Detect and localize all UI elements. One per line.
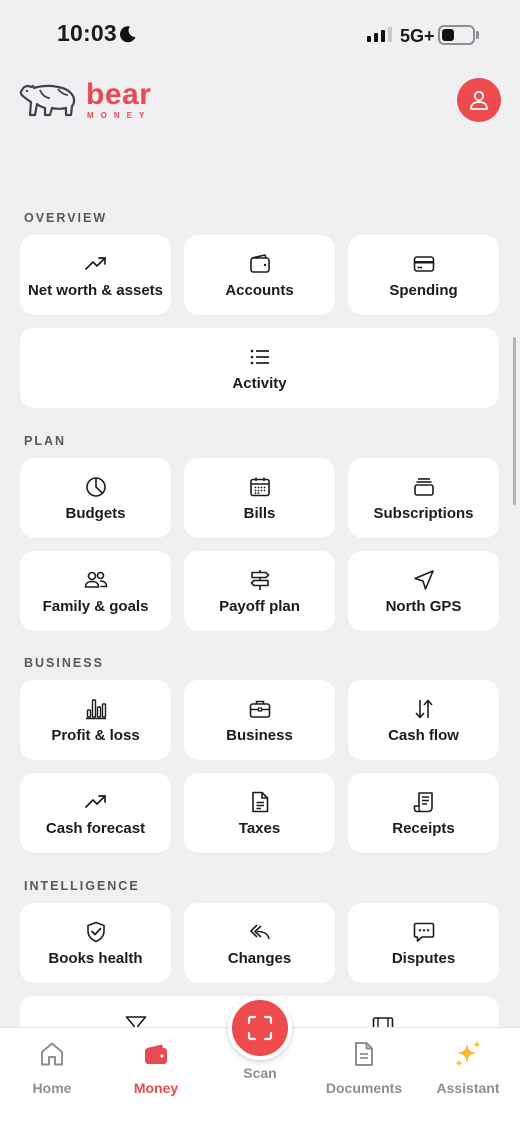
signpost-icon [250,569,269,590]
status-time: 10:03 [57,20,117,46]
card-receipts[interactable]: Receipts [348,773,499,853]
calendar-icon [249,477,270,496]
card-subscriptions[interactable]: Subscriptions [348,458,499,538]
nav-assistant[interactable]: Assistant [416,1038,520,1096]
document-icon [251,791,268,812]
card-label: Subscriptions [373,504,474,522]
card-label: Cash forecast [45,819,146,837]
profile-button[interactable] [457,78,501,122]
navigation-icon [413,569,434,590]
card-disputes[interactable]: Disputes [348,903,499,983]
nav-label: Money [133,1080,179,1096]
section-title-intelligence: INTELLIGENCE [24,879,140,893]
card-net-worth-assets[interactable]: Net worth & assets [20,235,171,315]
card-accounts[interactable]: Accounts [184,235,335,315]
card-label: Payoff plan [219,597,300,615]
card-business[interactable]: Business [184,680,335,760]
trend-up-icon [84,794,106,808]
card-taxes[interactable]: Taxes [184,773,335,853]
card-changes[interactable]: Changes [184,903,335,983]
section-title-business: BUSINESS [24,656,104,670]
card-label: Taxes [238,819,281,837]
card-label: Receipts [392,819,455,837]
sparkles-icon [455,1040,481,1067]
brand-logo: bear MONEY [18,78,168,122]
card-spending[interactable]: Spending [348,235,499,315]
card-activity[interactable]: Activity [20,328,499,408]
card-payoff-plan[interactable]: Payoff plan [184,551,335,631]
card-label: Activity [232,374,287,392]
card-label: Bills [243,504,276,522]
nav-label: Documents [325,1080,403,1096]
person-icon [470,90,488,110]
card-north-gps[interactable]: North GPS [348,551,499,631]
card-bills[interactable]: Bills [184,458,335,538]
network-type: 5G+ [400,26,435,46]
nav-home[interactable]: Home [0,1038,104,1096]
shield-check-icon [86,921,105,942]
nav-label: Home [32,1080,72,1096]
card-label: Changes [227,949,292,967]
trend-up-icon [84,256,106,270]
card-label: Budgets [65,504,126,522]
brand-name: bear [86,78,152,111]
bear-icon [19,84,76,117]
credit-card-icon [413,255,434,272]
card-profit-loss[interactable]: Profit & loss [20,680,171,760]
nav-documents[interactable]: Documents [312,1038,416,1096]
scan-button[interactable] [228,996,292,1060]
card-family-goals[interactable]: Family & goals [20,551,171,631]
wallet-icon [249,253,270,273]
card-label: Business [226,726,293,744]
receipt-icon [413,791,433,812]
card-label: Net worth & assets [27,281,164,299]
scan-icon [247,1015,273,1041]
document-icon [355,1042,373,1066]
card-label: Family & goals [42,597,149,615]
section-title-overview: OVERVIEW [24,211,108,225]
arrows-up-down-icon [414,699,433,718]
wallet-icon [145,1044,167,1064]
bar-chart-icon [85,698,106,719]
card-cash-forecast[interactable]: Cash forecast [20,773,171,853]
card-label: Cash flow [388,726,459,744]
nav-label: Assistant [436,1080,500,1096]
battery-icon [438,25,475,45]
brand-subtitle: MONEY [87,111,152,120]
section-title-plan: PLAN [24,434,67,448]
card-label: Spending [389,281,458,299]
nav-money[interactable]: Money [104,1038,208,1096]
battery-tip [476,31,479,39]
card-cash-flow[interactable]: Cash flow [348,680,499,760]
chat-bubble-icon [413,922,434,942]
card-label: Accounts [225,281,294,299]
card-label: Disputes [391,949,456,967]
briefcase-icon [249,700,270,718]
stack-icon [413,477,434,496]
card-label: Profit & loss [51,726,140,744]
pie-chart-icon [85,476,106,497]
scrollbar[interactable] [513,337,516,505]
signal-icon [367,27,392,42]
status-bar: 10:03 5G+ [0,0,520,72]
people-icon [84,571,107,588]
card-books-health[interactable]: Books health [20,903,171,983]
list-icon [250,349,269,364]
card-label: Books health [48,949,143,967]
scan-label: Scan [243,1065,277,1081]
card-label: North GPS [385,597,462,615]
card-budgets[interactable]: Budgets [20,458,171,538]
moon-icon [119,26,136,43]
home-icon [41,1042,63,1066]
undo-arrow-icon [249,923,270,939]
